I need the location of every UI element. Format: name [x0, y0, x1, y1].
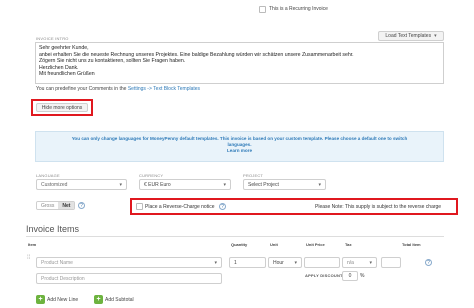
tax-value: n/a — [347, 259, 354, 266]
apply-discount-label: Apply Discount — [305, 273, 343, 278]
row-menu-button[interactable] — [381, 257, 401, 268]
unit-price-input[interactable] — [304, 257, 340, 268]
intro-line: Herzlichen Dank. — [39, 64, 79, 71]
drag-handle-icon[interactable]: ⁞⁞ — [27, 255, 33, 265]
intro-line: anbei erhalten Sie die neueste Rechnung … — [39, 51, 354, 58]
language-label: Language — [36, 173, 60, 178]
reverse-charge-checkbox[interactable] — [136, 203, 143, 210]
learn-more-link[interactable]: Learn more — [66, 148, 413, 154]
intro-textarea[interactable]: Sehr geehrter Kunde, anbei erhalten Sie … — [35, 42, 444, 84]
project-label: Project — [243, 173, 264, 178]
invoice-items-title: Invoice Items — [26, 224, 80, 234]
chevron-down-icon: ▾ — [119, 181, 122, 188]
col-unit: Unit — [270, 242, 278, 247]
chevron-down-icon: ▾ — [223, 181, 226, 188]
quantity-value: 1 — [234, 259, 237, 266]
discount-input[interactable]: 0 — [342, 271, 358, 281]
load-text-templates-label: Load Text Templates — [385, 33, 432, 39]
currency-value: € EUR Euro — [144, 181, 171, 188]
unit-select[interactable]: Hour ▾ — [268, 257, 302, 268]
product-name-placeholder: Product Name — [41, 259, 73, 266]
project-value: Select Project — [248, 181, 279, 188]
unit-value: Hour — [273, 259, 284, 266]
recurring-label: This is a Recurring Invoice — [269, 6, 328, 12]
col-total: Total Item — [402, 242, 421, 247]
predefine-hint: You can predefine your Comments in the S… — [36, 86, 200, 92]
intro-line: Zögern Sie nicht uns zu kontaktieren, so… — [39, 58, 186, 65]
language-notice: You can only change languages for MoneyP… — [35, 131, 444, 162]
language-select[interactable]: Customized ▾ — [36, 179, 127, 190]
settings-text-block-link[interactable]: Settings -> Text Block Templates — [128, 86, 200, 92]
project-select[interactable]: Select Project ▾ — [243, 179, 326, 190]
net-option[interactable]: Net — [58, 202, 75, 209]
add-subtotal-button[interactable]: Add Subtotal — [105, 297, 134, 303]
language-value: Customized — [41, 181, 68, 188]
recurring-checkbox[interactable] — [259, 6, 266, 13]
tax-select[interactable]: n/a ▾ — [342, 257, 377, 268]
plus-icon[interactable]: + — [36, 295, 45, 304]
gross-option[interactable]: Gross — [37, 202, 59, 209]
col-quantity: Quantity — [231, 242, 248, 247]
quantity-input[interactable]: 1 — [229, 257, 266, 268]
col-unit-price: Unit Price — [306, 242, 325, 247]
gross-net-toggle[interactable]: Gross Net — [36, 201, 76, 210]
help-icon[interactable]: ? — [219, 203, 226, 210]
discount-value: 0 — [348, 273, 352, 279]
predefine-text: You can predefine your Comments in the — [36, 86, 127, 92]
reverse-charge-note: Please Note: This supply is subject to t… — [315, 204, 442, 210]
reverse-charge-label: Place a Reverse-Charge notice — [145, 204, 215, 210]
help-icon[interactable]: ? — [78, 202, 85, 209]
plus-icon[interactable]: + — [94, 295, 103, 304]
currency-select[interactable]: € EUR Euro ▾ — [139, 179, 231, 190]
hide-more-options-button[interactable]: Hide more options — [36, 103, 88, 112]
col-item: Item — [28, 242, 37, 247]
add-new-line-button[interactable]: Add New Line — [47, 297, 78, 303]
chevron-down-icon: ▾ — [294, 259, 297, 266]
notice-text: You can only change languages for MoneyP… — [71, 136, 408, 147]
product-name-input[interactable]: Product Name ▾ — [36, 257, 222, 268]
chevron-down-icon: ▾ — [214, 259, 217, 266]
col-tax: Tax — [345, 242, 352, 247]
chevron-down-icon: ▾ — [318, 181, 321, 188]
product-description-input[interactable]: Product Description — [36, 273, 222, 284]
currency-label: Currency — [139, 173, 164, 178]
intro-label: Invoice Intro — [36, 36, 69, 41]
divider — [26, 236, 444, 237]
intro-line: Sehr geehrter Kunde, — [39, 45, 89, 51]
intro-line: Mit freundlichen Grüßen — [39, 71, 95, 78]
product-description-placeholder: Product Description — [41, 275, 85, 282]
chevron-down-icon: ▾ — [434, 33, 437, 39]
discount-unit: % — [360, 273, 365, 279]
help-icon[interactable]: ? — [425, 259, 432, 266]
load-text-templates-button[interactable]: Load Text Templates ▾ — [378, 31, 444, 41]
chevron-down-icon: ▾ — [369, 259, 372, 266]
